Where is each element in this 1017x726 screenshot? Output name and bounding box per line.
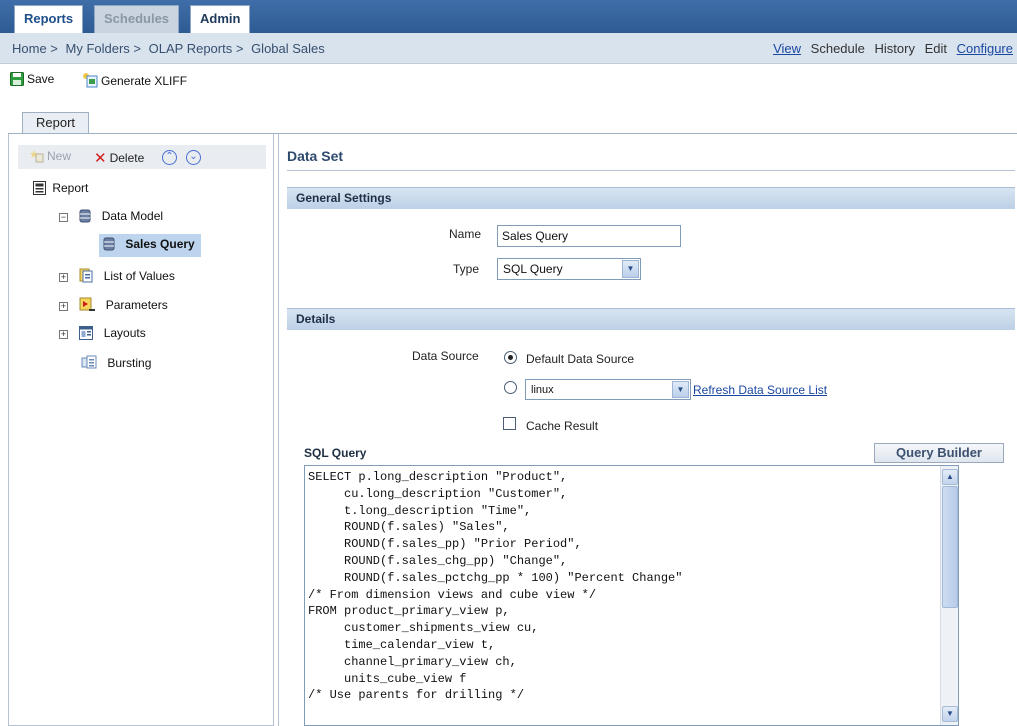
tree-item-label: List of Values	[103, 269, 175, 283]
name-label: Name	[449, 227, 482, 241]
breadcrumb-home[interactable]: Home >	[12, 41, 58, 56]
cache-result-label: Cache Result	[526, 419, 599, 433]
name-input[interactable]: Sales Query	[497, 225, 681, 247]
tab-reports[interactable]: Reports	[14, 5, 84, 33]
tab-schedules[interactable]: Schedules	[94, 5, 180, 33]
new-label: New	[47, 149, 72, 163]
breadcrumb-my-folders[interactable]: My Folders >	[66, 41, 142, 56]
schedule-link[interactable]: Schedule	[811, 41, 865, 56]
breadcrumb-bar: Home > My Folders > OLAP Reports > Globa…	[0, 33, 1017, 64]
tree-item-list-of-values[interactable]: + List of Values	[59, 268, 175, 286]
header-actions: View Schedule History Edit Configure	[767, 41, 1013, 56]
save-button[interactable]: Save	[10, 72, 54, 89]
sql-scrollbar[interactable]: ▲ ▼	[940, 466, 958, 725]
new-button[interactable]: New	[30, 149, 71, 166]
history-link[interactable]: History	[875, 41, 915, 56]
default-data-source-label: Default Data Source	[526, 352, 635, 366]
expand-icon[interactable]: +	[59, 330, 68, 339]
parameters-icon	[79, 297, 96, 315]
layouts-icon	[79, 326, 94, 343]
refresh-data-source-link[interactable]: Refresh Data Source List	[693, 383, 827, 397]
delete-button[interactable]: ✕ Delete	[94, 149, 144, 167]
configure-link[interactable]: Configure	[957, 41, 1013, 56]
save-label: Save	[27, 72, 55, 86]
section-general-settings: General Settings	[287, 187, 1015, 209]
generate-xliff-button[interactable]: Generate XLIFF	[82, 72, 187, 91]
tree-item-layouts[interactable]: + Layouts	[59, 326, 146, 343]
sql-query-label: SQL Query	[304, 446, 367, 460]
tree-item-label: Report	[52, 181, 89, 195]
data-source-select-value: linux	[531, 384, 554, 396]
data-source-label: Data Source	[412, 349, 479, 363]
scroll-up-icon[interactable]: ▲	[942, 469, 958, 485]
generate-xliff-label: Generate XLIFF	[101, 74, 188, 88]
refresh-data-source-label: Refresh Data Source List	[693, 383, 828, 397]
type-select-value: SQL Query	[503, 262, 563, 276]
view-link[interactable]: View	[773, 41, 801, 56]
tree-toolbar: New ✕ Delete ⌃ ⌄	[18, 145, 266, 169]
tab-admin[interactable]: Admin	[190, 5, 251, 33]
page-title: Data Set	[287, 148, 344, 164]
tree-item-data-model[interactable]: − Data Model	[59, 209, 163, 226]
query-builder-button[interactable]: Query Builder	[874, 443, 1004, 463]
breadcrumb: Home > My Folders > OLAP Reports > Globa…	[12, 41, 329, 56]
tree-item-parameters[interactable]: + Parameters	[59, 297, 168, 315]
tree-item-label: Bursting	[107, 356, 152, 370]
list-of-values-icon	[79, 268, 93, 286]
database-icon	[79, 209, 91, 226]
breadcrumb-olap-reports[interactable]: OLAP Reports >	[149, 41, 244, 56]
data-source-select[interactable]: linux ▼	[525, 379, 691, 400]
delete-x-icon: ✕	[94, 150, 107, 167]
database-icon	[103, 237, 115, 254]
report-icon	[33, 181, 46, 198]
top-tab-bar: Reports Schedules Admin	[0, 0, 1017, 33]
type-label: Type	[453, 262, 480, 276]
custom-data-source-radio[interactable]	[504, 381, 517, 394]
chevron-down-icon: ▼	[622, 260, 639, 278]
tab-report[interactable]: Report	[22, 112, 89, 134]
delete-label: Delete	[109, 151, 145, 165]
tree-item-label: Layouts	[103, 326, 146, 340]
chevron-up-icon: ⌃	[162, 150, 177, 165]
breadcrumb-global-sales: Global Sales	[251, 41, 325, 56]
tree-item-sales-query[interactable]: Sales Query	[99, 234, 201, 257]
collapse-icon[interactable]: −	[59, 213, 68, 222]
sql-query-text[interactable]: SELECT p.long_description "Product", cu.…	[308, 469, 682, 704]
chevron-down-icon: ▼	[672, 381, 689, 398]
cache-result-checkbox[interactable]	[503, 417, 516, 430]
scroll-down-icon[interactable]: ▼	[942, 706, 958, 722]
toolbar: Save Generate XLIFF	[0, 70, 1017, 94]
tree-item-label: Sales Query	[125, 237, 195, 251]
tree-item-bursting[interactable]: Bursting	[81, 355, 151, 373]
expand-icon[interactable]: +	[59, 273, 68, 282]
sql-query-editor[interactable]: SELECT p.long_description "Product", cu.…	[304, 465, 959, 726]
tree-item-label: Parameters	[105, 298, 168, 312]
edit-link[interactable]: Edit	[925, 41, 947, 56]
scroll-thumb[interactable]	[942, 486, 958, 608]
type-select[interactable]: SQL Query ▼	[497, 258, 641, 280]
tree-item-label: Data Model	[101, 209, 164, 223]
title-divider	[287, 170, 1015, 171]
move-up-button[interactable]: ⌃	[162, 148, 177, 165]
section-details: Details	[287, 308, 1015, 330]
default-data-source-radio[interactable]	[504, 351, 517, 364]
generate-xliff-icon	[82, 72, 98, 91]
chevron-down-icon: ⌄	[186, 150, 201, 165]
bursting-icon	[81, 355, 97, 373]
expand-icon[interactable]: +	[59, 302, 68, 311]
floppy-disk-icon	[10, 72, 24, 89]
move-down-button[interactable]: ⌄	[186, 148, 201, 165]
new-icon	[30, 149, 44, 166]
tree-item-report[interactable]: Report	[33, 181, 88, 198]
